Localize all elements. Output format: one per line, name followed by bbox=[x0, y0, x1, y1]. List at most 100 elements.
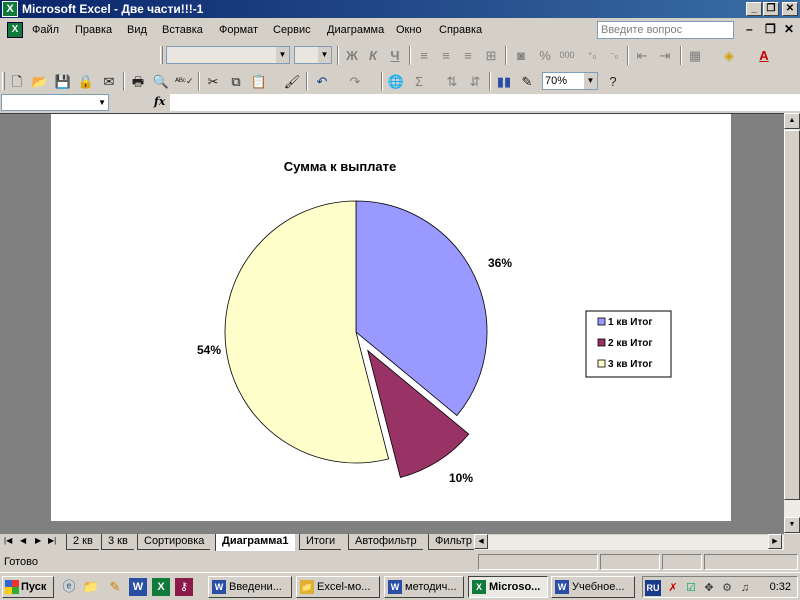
bold-button[interactable]: Ж bbox=[343, 47, 361, 64]
sort-descending-icon[interactable]: ⇵ bbox=[466, 73, 484, 90]
restore-button[interactable]: ❐ bbox=[763, 2, 779, 16]
borders-icon[interactable]: ▦ bbox=[686, 47, 704, 64]
taskbar-task-1[interactable]: W Введени... bbox=[208, 576, 292, 598]
pie-slice-1[interactable] bbox=[355, 200, 488, 417]
scroll-right-icon[interactable]: ▶ bbox=[768, 534, 782, 549]
chevron-down-icon[interactable]: ▼ bbox=[584, 73, 597, 89]
tab-chart1[interactable]: Диаграмма1 bbox=[215, 534, 295, 551]
increase-decimal-icon[interactable]: ⁺₀ bbox=[583, 47, 601, 64]
folder-icon[interactable]: 📁 bbox=[82, 578, 100, 596]
chevron-down-icon[interactable]: ▼ bbox=[276, 47, 289, 63]
prev-sheet-icon[interactable]: ◀ bbox=[20, 536, 26, 545]
italic-button[interactable]: К bbox=[364, 47, 382, 64]
currency-icon[interactable]: ◙ bbox=[512, 47, 530, 64]
tab-filter[interactable]: Фильтр bbox=[428, 534, 474, 550]
menu-edit[interactable]: Правка bbox=[75, 24, 112, 36]
decrease-indent-icon[interactable]: ⇤ bbox=[633, 47, 651, 64]
taskbar-task-4[interactable]: X Microso... bbox=[468, 576, 548, 598]
save-icon[interactable]: 💾 bbox=[54, 73, 72, 90]
menu-help[interactable]: Справка bbox=[439, 24, 482, 36]
new-document-icon[interactable]: 🗋 bbox=[8, 73, 26, 90]
vertical-scrollbar[interactable]: ▲ ▼ bbox=[784, 113, 800, 534]
start-button[interactable]: Пуск bbox=[2, 576, 54, 598]
print-preview-icon[interactable]: 🔍 bbox=[152, 73, 170, 90]
undo-icon[interactable]: ↶ bbox=[313, 73, 331, 90]
doc-close-button[interactable]: ✕ bbox=[784, 22, 794, 36]
chart-sheet[interactable]: Сумма к выплате 36% 10% 54% 1 кв Итог 2 кв … bbox=[51, 114, 731, 521]
scroll-left-icon[interactable]: ◀ bbox=[474, 534, 488, 549]
close-button[interactable]: ✕ bbox=[782, 2, 798, 16]
document-icon[interactable]: X bbox=[7, 22, 23, 38]
email-icon[interactable]: ✉ bbox=[100, 73, 118, 90]
chart-legend[interactable]: 1 кв Итог 2 кв Итог 3 кв Итог bbox=[585, 310, 672, 378]
tab-autofilter[interactable]: Автофильтр bbox=[348, 534, 423, 550]
taskbar-task-5[interactable]: W Учебное... bbox=[551, 576, 635, 598]
scroll-down-icon[interactable]: ▼ bbox=[784, 517, 800, 533]
access-icon[interactable]: ⚷ bbox=[175, 578, 193, 596]
antivirus-icon[interactable]: ✗ bbox=[665, 580, 681, 596]
volume-icon[interactable]: ♫ bbox=[737, 580, 753, 596]
drawing-icon[interactable]: ✎ bbox=[518, 73, 536, 90]
doc-minimize-button[interactable]: – bbox=[746, 22, 753, 36]
menu-view[interactable]: Вид bbox=[127, 24, 147, 36]
excel-icon[interactable]: X bbox=[152, 578, 170, 596]
toolbar-grip[interactable] bbox=[160, 46, 163, 64]
hyperlink-icon[interactable]: 🌐 bbox=[387, 73, 405, 90]
zoom-combo[interactable]: 70% ▼ bbox=[542, 72, 598, 90]
chevron-down-icon[interactable]: ▼ bbox=[318, 47, 331, 63]
data-label-3[interactable]: 54% bbox=[197, 343, 221, 357]
underline-button[interactable]: Ч bbox=[386, 47, 404, 64]
lang-indicator[interactable]: RU bbox=[645, 580, 661, 596]
tab-sorting[interactable]: Сортировка bbox=[137, 534, 211, 550]
menu-format[interactable]: Формат bbox=[219, 24, 258, 36]
first-sheet-icon[interactable]: |◀ bbox=[4, 536, 12, 545]
minimize-button[interactable]: _ bbox=[746, 2, 762, 16]
scroll-thumb[interactable] bbox=[784, 130, 800, 500]
doc-restore-button[interactable]: ❐ bbox=[765, 22, 776, 36]
next-sheet-icon[interactable]: ▶ bbox=[35, 536, 41, 545]
word-icon[interactable]: W bbox=[129, 578, 147, 596]
increase-indent-icon[interactable]: ⇥ bbox=[656, 47, 674, 64]
cut-icon[interactable]: ✂ bbox=[204, 73, 222, 90]
chevron-down-icon[interactable]: ▼ bbox=[98, 95, 106, 110]
permission-icon[interactable]: 🔒 bbox=[77, 73, 95, 90]
excel-app-icon[interactable]: X bbox=[2, 1, 18, 17]
help-question-input[interactable]: Введите вопрос bbox=[597, 21, 734, 39]
pen-icon[interactable]: ✎ bbox=[106, 578, 124, 596]
pie-chart[interactable]: Сумма к выплате 36% 10% 54% 1 кв Итог 2 кв … bbox=[51, 114, 731, 521]
clock[interactable]: 0:32 bbox=[770, 581, 791, 593]
sort-ascending-icon[interactable]: ⇅ bbox=[443, 73, 461, 90]
copy-icon[interactable]: ⧉ bbox=[227, 73, 245, 90]
align-right-icon[interactable]: ≡ bbox=[459, 47, 477, 64]
align-left-icon[interactable]: ≡ bbox=[415, 47, 433, 64]
autosum-button[interactable]: Σ bbox=[410, 73, 428, 90]
paste-icon[interactable]: 📋 bbox=[250, 73, 268, 90]
font-color-icon[interactable]: A bbox=[755, 47, 773, 64]
name-box[interactable]: ▼ bbox=[1, 94, 109, 111]
taskbar-task-2[interactable]: 📁 Excel-мо... bbox=[296, 576, 380, 598]
thousands-button[interactable]: 000 bbox=[558, 47, 576, 64]
print-icon[interactable]: 🖶 bbox=[129, 73, 147, 90]
ie-icon[interactable]: ⓔ bbox=[60, 578, 78, 596]
tab-2kv[interactable]: 2 кв bbox=[66, 534, 99, 550]
align-center-icon[interactable]: ≡ bbox=[437, 47, 455, 64]
chart-title[interactable]: Сумма к выплате bbox=[284, 159, 397, 174]
network-icon[interactable]: ☑ bbox=[683, 580, 699, 596]
toolbar-grip[interactable] bbox=[2, 72, 5, 90]
decrease-decimal-icon[interactable]: ⁻₀ bbox=[605, 47, 623, 64]
tab-3kv[interactable]: 3 кв bbox=[101, 534, 134, 550]
percent-button[interactable]: % bbox=[536, 47, 554, 64]
font-size-combo[interactable]: ▼ bbox=[294, 46, 332, 64]
font-name-combo[interactable]: ▼ bbox=[166, 46, 290, 64]
chart-wizard-icon[interactable]: ▮▮ bbox=[495, 73, 513, 90]
format-painter-icon[interactable]: 🖌 bbox=[283, 73, 301, 90]
formula-input[interactable] bbox=[170, 94, 800, 111]
taskbar-task-3[interactable]: Wметодич... bbox=[384, 576, 464, 598]
menu-tools[interactable]: Сервис bbox=[273, 24, 311, 36]
tab-totals[interactable]: Итоги bbox=[299, 534, 342, 550]
fx-label[interactable]: fx bbox=[154, 95, 165, 108]
fill-color-icon[interactable]: ◈ bbox=[720, 47, 738, 64]
menu-window[interactable]: Окно bbox=[396, 24, 422, 36]
menu-chart[interactable]: Диаграмма bbox=[327, 24, 384, 36]
data-label-1[interactable]: 36% bbox=[488, 256, 512, 270]
